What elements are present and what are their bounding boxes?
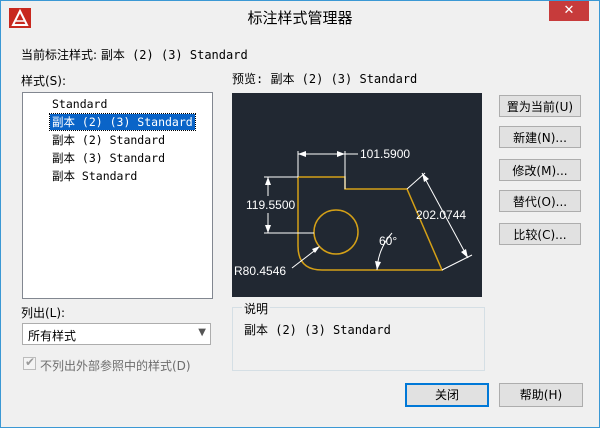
- styles-label: 样式(S):: [21, 74, 67, 88]
- description-group: 说明 副本 (2) (3) Standard: [232, 300, 485, 371]
- part-outline: [297, 176, 444, 271]
- modify-button[interactable]: 修改(M)...: [499, 159, 581, 181]
- preview-drawing: 101.5900 119.5500 202.0744 60° R80.4546: [234, 147, 473, 278]
- close-icon: ✕: [563, 3, 575, 18]
- close-button[interactable]: 关闭: [405, 383, 489, 407]
- style-item-copy-standard[interactable]: 副本 Standard: [50, 168, 139, 184]
- description-text: 副本 (2) (3) Standard: [244, 323, 391, 337]
- dim-text-angle: 60°: [379, 234, 397, 248]
- current-style-label: 当前标注样式:: [21, 48, 101, 62]
- description-label: 说明: [242, 300, 271, 317]
- compare-button[interactable]: 比较(C)...: [499, 223, 581, 245]
- dialog-window: 标注样式管理器 ✕ 当前标注样式: 副本 (2) (3) Standard 样式…: [0, 0, 600, 428]
- style-item-copy-2-3-standard[interactable]: 副本 (2) (3) Standard: [49, 113, 196, 131]
- preview-pane: 101.5900 119.5500 202.0744 60° R80.4546: [232, 93, 482, 297]
- chevron-down-icon: ▼: [198, 327, 206, 338]
- part-hole: [313, 209, 359, 255]
- close-window-button[interactable]: ✕: [549, 1, 589, 21]
- checkmark-icon: ✔: [25, 355, 36, 369]
- current-style-line: 当前标注样式: 副本 (2) (3) Standard: [21, 46, 248, 63]
- window-title: 标注样式管理器: [247, 9, 353, 27]
- title-bar[interactable]: 标注样式管理器 ✕: [1, 1, 599, 35]
- styles-listbox[interactable]: Standard 副本 (2) (3) Standard 副本 (2) Stan…: [22, 92, 213, 299]
- help-button[interactable]: 帮助(H): [499, 383, 583, 407]
- dim-text-radius: R80.4546: [234, 264, 286, 278]
- preview-label: 预览: 副本 (2) (3) Standard: [232, 72, 418, 86]
- override-button[interactable]: 替代(O)...: [499, 190, 581, 212]
- list-select-value: 所有样式: [28, 329, 77, 343]
- dim-text-right: 202.0744: [416, 208, 466, 222]
- current-style-value: 副本 (2) (3) Standard: [100, 48, 248, 62]
- list-select[interactable]: 所有样式 ▼: [22, 323, 211, 345]
- list-label: 列出(L):: [21, 306, 66, 320]
- dim-text-left: 119.5500: [246, 198, 295, 212]
- style-item-copy-3-standard[interactable]: 副本 (3) Standard: [50, 150, 167, 166]
- new-button[interactable]: 新建(N)...: [499, 126, 581, 148]
- exclude-xref-label: 不列出外部参照中的样式(D): [40, 359, 191, 373]
- dim-text-top: 101.5900: [360, 147, 410, 161]
- set-current-button[interactable]: 置为当前(U): [499, 95, 581, 117]
- exclude-xref-checkbox[interactable]: ✔: [23, 355, 36, 370]
- style-item-standard[interactable]: Standard: [50, 96, 109, 112]
- style-item-copy-2-standard[interactable]: 副本 (2) Standard: [50, 132, 167, 148]
